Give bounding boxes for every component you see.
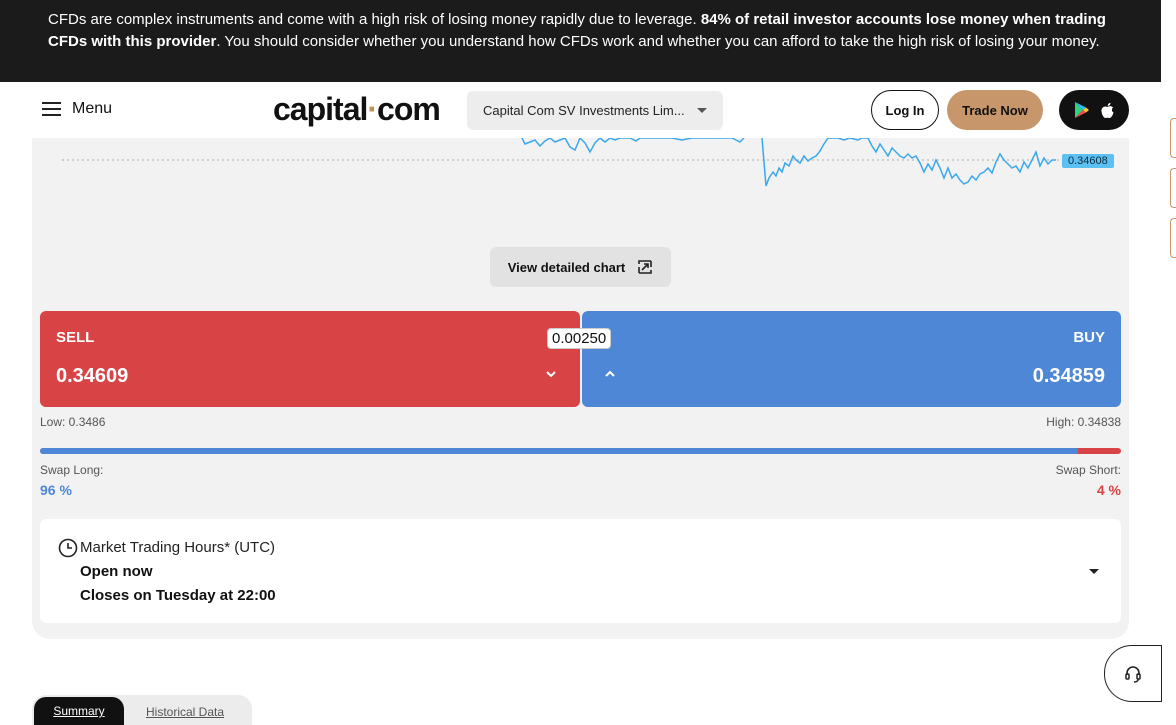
sentiment-long-fill — [40, 448, 1078, 454]
current-price-tag: 0.34608 — [1062, 154, 1114, 168]
buy-button[interactable]: BUY 0.34859 — [582, 311, 1121, 407]
trade-now-button[interactable]: Trade Now — [947, 90, 1043, 130]
expand-icon — [638, 260, 653, 274]
view-detailed-chart-button[interactable]: View detailed chart — [490, 247, 671, 287]
entity-select-value: Capital Com SV Investments Lim... — [483, 103, 685, 118]
market-close-time: Closes on Tuesday at 22:00 — [80, 587, 276, 604]
buy-label: BUY — [1073, 329, 1105, 346]
support-button[interactable] — [1104, 645, 1162, 702]
sentiment-bar — [40, 448, 1121, 454]
caret-down-icon[interactable] — [1089, 569, 1099, 574]
price-series-right — [761, 137, 1056, 187]
swap-long-label: Swap Long: — [40, 463, 104, 477]
swap-long-value: 96 % — [40, 482, 72, 498]
price-chart[interactable]: 0.34608 — [32, 136, 1129, 228]
capital-com-logo[interactable]: capital·com — [273, 91, 441, 128]
hamburger-icon — [42, 102, 61, 116]
content-tabs: Summary Historical Data — [32, 695, 252, 725]
sell-button[interactable]: SELL 0.34609 — [40, 311, 580, 407]
risk-text-end: . You should consider whether you unders… — [216, 33, 1100, 50]
trading-hours-panel[interactable]: Market Trading Hours* (UTC) Open now Clo… — [40, 519, 1121, 623]
high-price: High: 0.34838 — [1046, 415, 1121, 429]
side-tab[interactable] — [1170, 168, 1176, 208]
google-play-icon — [1074, 102, 1089, 118]
chevron-up-icon — [605, 370, 615, 377]
swap-short-label: Swap Short: — [1055, 463, 1121, 477]
tab-summary[interactable]: Summary — [34, 697, 124, 725]
side-tab[interactable] — [1170, 118, 1176, 158]
headset-icon — [1125, 665, 1141, 683]
clock-icon — [58, 538, 78, 558]
side-tab[interactable] — [1170, 218, 1176, 258]
swap-short-value: 4 % — [1096, 482, 1121, 498]
spread-badge: 0.00250 — [547, 328, 612, 349]
chevron-down-icon — [546, 371, 556, 378]
caret-down-icon — [697, 108, 707, 113]
trading-hours-title: Market Trading Hours* (UTC) — [80, 539, 276, 556]
login-button[interactable]: Log In — [871, 90, 939, 130]
apple-icon — [1100, 102, 1113, 118]
buy-price: 0.34859 — [1032, 365, 1105, 387]
risk-text-start: CFDs are complex instruments and come wi… — [48, 11, 701, 28]
low-price: Low: 0.3486 — [40, 415, 106, 429]
price-chart-svg — [62, 136, 1062, 187]
entity-select[interactable]: Capital Com SV Investments Lim... — [467, 91, 723, 130]
menu-label: Menu — [72, 100, 113, 117]
risk-warning-banner: CFDs are complex instruments and come wi… — [0, 0, 1161, 82]
view-chart-label: View detailed chart — [507, 259, 626, 275]
sell-label: SELL — [56, 329, 95, 346]
sell-price: 0.34609 — [56, 365, 129, 387]
app-download-button[interactable] — [1059, 90, 1129, 130]
price-series-left — [521, 136, 745, 154]
market-status: Open now — [80, 563, 153, 580]
top-navigation: Menu capital·com Capital Com SV Investme… — [0, 82, 1161, 138]
instrument-card: 0.34608 View detailed chart SELL 0.34609… — [32, 136, 1129, 639]
menu-button[interactable]: Menu — [42, 100, 112, 118]
